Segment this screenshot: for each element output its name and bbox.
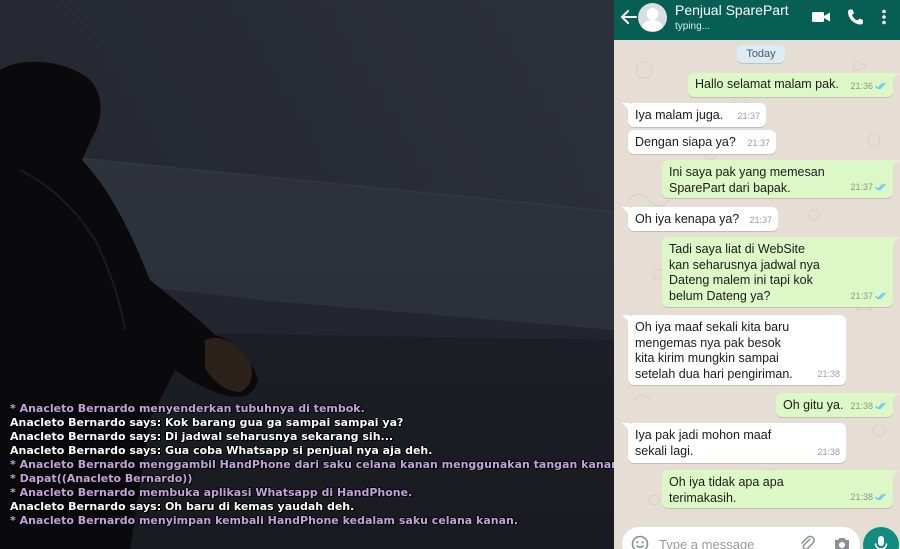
read-receipt-icon bbox=[875, 82, 886, 89]
emoji-icon[interactable] bbox=[631, 535, 649, 549]
message-text: Oh iya kenapa ya? bbox=[635, 212, 740, 226]
whatsapp-panel: Penjual SparePart typing... Today Hallo … bbox=[614, 0, 900, 549]
phone-call-icon[interactable] bbox=[846, 8, 866, 26]
message-time: 21:37 bbox=[737, 110, 760, 121]
message-time: 21:37 bbox=[747, 137, 770, 148]
message-meta: 21:38 bbox=[850, 490, 887, 506]
screen: * Anacleto Bernardo menyenderkan tubuhny… bbox=[0, 0, 900, 549]
game-chat-log: * Anacleto Bernardo menyenderkan tubuhny… bbox=[10, 402, 614, 528]
message-bubble-outgoing[interactable]: Oh gitu ya. 21:38 bbox=[776, 393, 899, 417]
message-meta: 21:37 bbox=[850, 180, 887, 196]
message-meta: 21:37 bbox=[850, 289, 887, 305]
message-bubble-outgoing[interactable]: Hallo selamat malam pak. 21:36 bbox=[688, 73, 899, 97]
message-meta: 21:36 bbox=[850, 79, 887, 95]
message-time: 21:36 bbox=[850, 80, 873, 91]
video-call-icon[interactable] bbox=[811, 8, 831, 26]
message-time: 21:37 bbox=[749, 214, 772, 225]
read-receipt-icon bbox=[875, 183, 886, 190]
paperclip-icon[interactable] bbox=[798, 534, 816, 549]
message-bubble-outgoing[interactable]: Oh iya tidak apa apa terimakasih. 21:38 bbox=[662, 470, 899, 508]
contact-status: typing... bbox=[675, 21, 711, 32]
message-composer bbox=[622, 527, 860, 549]
message-text: Oh iya tidak apa apa terimakasih. bbox=[669, 475, 784, 505]
message-text: Oh gitu ya. bbox=[783, 398, 844, 412]
message-bubble-outgoing[interactable]: Ini saya pak yang memesan SparePart dari… bbox=[662, 160, 899, 198]
message-text: Iya pak jadi mohon maaf sekali lagi. bbox=[635, 428, 772, 458]
message-text: Oh iya maaf sekali kita baru mengemas ny… bbox=[635, 320, 793, 381]
more-options-icon[interactable] bbox=[878, 8, 890, 26]
chat-log-say-line: Anacleto Bernardo says: Oh baru di kemas… bbox=[10, 500, 355, 513]
message-time: 21:38 bbox=[817, 446, 840, 457]
game-scene: * Anacleto Bernardo menyenderkan tubuhny… bbox=[0, 0, 614, 549]
message-bubble-incoming[interactable]: Iya malam juga. 21:37 bbox=[622, 103, 766, 127]
message-time: 21:38 bbox=[850, 491, 873, 502]
contact-name[interactable]: Penjual SparePart bbox=[675, 2, 789, 18]
date-separator: Today bbox=[737, 45, 785, 63]
camera-icon[interactable] bbox=[833, 535, 851, 549]
chat-log-say-line: Anacleto Bernardo says: Gua coba Whatsap… bbox=[10, 444, 433, 457]
chat-log-action-line: * Anacleto Bernardo menyimpan kembali Ha… bbox=[10, 514, 519, 527]
message-text: Tadi saya liat di WebSite kan seharusnya… bbox=[669, 242, 820, 303]
message-bubble-incoming[interactable]: Oh iya kenapa ya? 21:37 bbox=[622, 207, 778, 231]
chat-log-action-line: * Dapat((Anacleto Bernardo)) bbox=[10, 472, 193, 485]
chat-log-action-line: * Anacleto Bernardo membuka aplikasi Wha… bbox=[10, 486, 413, 499]
read-receipt-icon bbox=[875, 493, 886, 500]
back-arrow-icon[interactable] bbox=[620, 8, 638, 26]
message-text: Ini saya pak yang memesan SparePart dari… bbox=[669, 165, 825, 195]
message-time: 21:38 bbox=[817, 368, 840, 379]
message-bubble-incoming[interactable]: Iya pak jadi mohon maaf sekali lagi. 21:… bbox=[622, 423, 846, 463]
default-avatar-icon bbox=[641, 8, 664, 31]
message-time: 21:38 bbox=[850, 400, 873, 411]
chat-log-say-line: Anacleto Bernardo says: Kok barang gua g… bbox=[10, 416, 404, 429]
message-text: Iya malam juga. bbox=[635, 108, 724, 122]
message-bubble-incoming[interactable]: Oh iya maaf sekali kita baru mengemas ny… bbox=[622, 315, 846, 385]
message-text: Dengan siapa ya? bbox=[635, 135, 736, 149]
message-meta: 21:38 bbox=[850, 399, 887, 415]
message-bubble-incoming[interactable]: Dengan siapa ya? 21:37 bbox=[628, 130, 776, 154]
chat-header: Penjual SparePart typing... bbox=[614, 0, 900, 40]
chat-log-action-line: * Anacleto Bernardo menggambil HandPhone… bbox=[10, 458, 614, 471]
read-receipt-icon bbox=[875, 292, 886, 299]
message-time: 21:37 bbox=[850, 290, 873, 301]
read-receipt-icon bbox=[875, 402, 886, 409]
message-bubble-outgoing[interactable]: Tadi saya liat di WebSite kan seharusnya… bbox=[662, 237, 899, 307]
chat-log-say-line: Anacleto Bernardo says: Di jadwal seharu… bbox=[10, 430, 394, 443]
message-input[interactable] bbox=[659, 535, 789, 549]
chat-log-action-line: * Anacleto Bernardo menyenderkan tubuhny… bbox=[10, 402, 365, 415]
microphone-icon bbox=[874, 536, 888, 549]
message-text: Hallo selamat malam pak. bbox=[695, 77, 839, 91]
contact-avatar[interactable] bbox=[638, 3, 667, 32]
message-time: 21:37 bbox=[850, 181, 873, 192]
